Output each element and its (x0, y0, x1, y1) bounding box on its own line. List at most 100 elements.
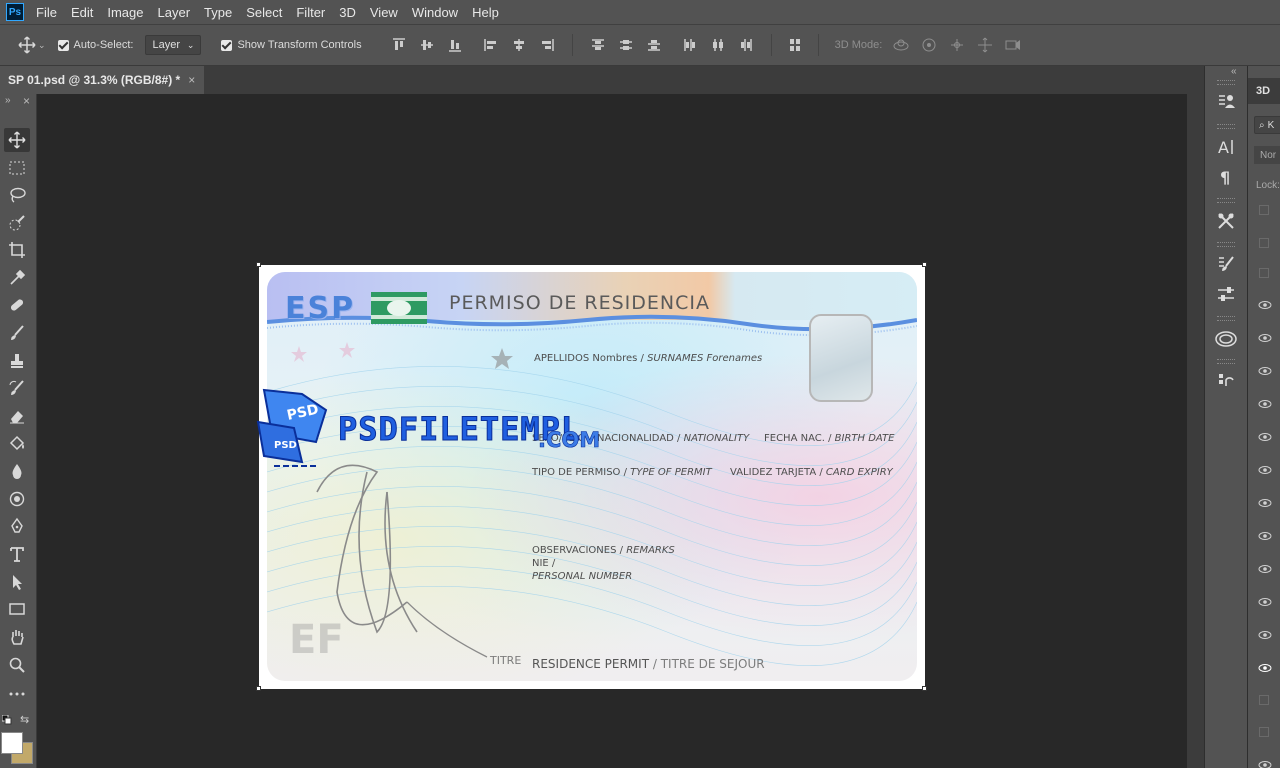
align-right-icon[interactable] (538, 36, 556, 54)
align-left-icon[interactable] (482, 36, 500, 54)
auto-select-target-dropdown[interactable]: Layer ⌄ (145, 35, 202, 55)
transform-handle-top-right[interactable] (922, 262, 927, 267)
foreground-color-swatch[interactable] (1, 732, 23, 754)
layer-filter-search[interactable]: ⌕ K (1254, 116, 1280, 134)
auto-select-checkbox[interactable]: Auto-Select: (57, 39, 133, 51)
align-top-icon[interactable] (390, 36, 408, 54)
eye-icon[interactable] (1258, 529, 1272, 543)
default-colors-icon[interactable] (1, 714, 12, 725)
pen-tool-icon[interactable] (4, 514, 30, 538)
distribute-left-icon[interactable] (681, 36, 699, 54)
paint-bucket-tool-icon[interactable] (4, 431, 30, 455)
menu-file[interactable]: File (36, 5, 57, 20)
blur-tool-icon[interactable] (4, 459, 30, 483)
blend-mode-dropdown[interactable]: Nor (1254, 146, 1280, 164)
menu-filter[interactable]: Filter (296, 5, 325, 20)
show-transform-controls-checkbox[interactable]: Show Transform Controls (221, 39, 362, 51)
eye-icon[interactable] (1258, 331, 1272, 345)
auto-align-layers-icon[interactable] (786, 36, 804, 54)
menu-edit[interactable]: Edit (71, 5, 93, 20)
transform-handle-bottom-left[interactable] (256, 686, 261, 691)
3d-pan-icon[interactable] (948, 36, 966, 54)
eye-icon[interactable] (1258, 595, 1272, 609)
distribute-top-icon[interactable] (589, 36, 607, 54)
layer-visibility-toggle[interactable] (1259, 268, 1269, 278)
zoom-tool-icon[interactable] (4, 653, 30, 677)
eyedropper-tool-icon[interactable] (4, 266, 30, 290)
document-canvas[interactable]: ESP PERMISO DE RESIDENCIA APELLIDOS Nomb… (256, 262, 927, 691)
align-bottom-icon[interactable] (446, 36, 464, 54)
close-tab-icon[interactable]: × (188, 73, 195, 87)
eye-icon[interactable] (1258, 661, 1272, 675)
3d-scale-icon[interactable] (1004, 36, 1022, 54)
tab-3d[interactable]: 3D (1248, 78, 1280, 104)
document-tab[interactable]: SP 01.psd @ 31.3% (RGB/8#) * × (0, 66, 204, 94)
3d-roll-icon[interactable] (920, 36, 938, 54)
eye-icon[interactable] (1258, 430, 1272, 444)
show-transform-check-icon[interactable] (221, 39, 233, 51)
eye-icon[interactable] (1258, 397, 1272, 411)
adjustments-icon[interactable] (1213, 281, 1239, 307)
menu-window[interactable]: Window (412, 5, 458, 20)
history-brush-tool-icon[interactable] (4, 376, 30, 400)
layer-visibility-toggle[interactable] (1259, 695, 1269, 705)
dodge-tool-icon[interactable] (4, 487, 30, 511)
paragraph-panel-icon[interactable]: ¶ (1213, 164, 1239, 190)
clone-stamp-tool-icon[interactable] (4, 349, 30, 373)
menu-3d[interactable]: 3D (339, 5, 356, 20)
menu-select[interactable]: Select (246, 5, 282, 20)
eye-icon[interactable] (1258, 628, 1272, 642)
transform-handle-top-left[interactable] (256, 262, 261, 267)
character-panel-icon[interactable]: A (1213, 134, 1239, 160)
collapse-panels-icon[interactable]: « (1231, 66, 1237, 77)
panel-grip[interactable] (1217, 80, 1235, 85)
menu-image[interactable]: Image (107, 5, 143, 20)
photoshop-logo-icon[interactable]: Ps (6, 3, 24, 21)
layer-visibility-toggle[interactable] (1259, 238, 1269, 248)
panel-grip[interactable] (1217, 316, 1235, 321)
move-tool-icon[interactable] (4, 128, 30, 152)
distribute-right-icon[interactable] (737, 36, 755, 54)
brush-settings-icon[interactable] (1213, 251, 1239, 277)
move-tool-preset-icon[interactable] (18, 36, 36, 54)
history-panel-icon[interactable] (1213, 368, 1239, 394)
type-tool-icon[interactable] (4, 542, 30, 566)
vertical-scrollbar[interactable] (1187, 94, 1204, 768)
chevron-down-icon[interactable]: ⌄ (38, 40, 46, 51)
crop-tool-icon[interactable] (4, 238, 30, 262)
creative-cloud-icon[interactable] (1213, 325, 1239, 351)
panel-grip[interactable] (1217, 198, 1235, 203)
auto-select-check-icon[interactable] (57, 39, 69, 51)
eye-icon[interactable] (1258, 496, 1272, 510)
eye-icon[interactable] (1258, 298, 1272, 312)
panel-grip[interactable] (1217, 242, 1235, 247)
transform-handle-bottom-right[interactable] (922, 686, 927, 691)
3d-slide-icon[interactable] (976, 36, 994, 54)
menu-layer[interactable]: Layer (158, 5, 191, 20)
menu-view[interactable]: View (370, 5, 398, 20)
panel-grip[interactable] (1217, 359, 1235, 364)
collapse-toolbar-icon[interactable]: » (5, 95, 11, 106)
eye-icon[interactable] (1258, 562, 1272, 576)
distribute-horizontal-center-icon[interactable] (709, 36, 727, 54)
swap-colors-icon[interactable]: ⇆ (20, 713, 32, 726)
libraries-icon[interactable] (1213, 88, 1239, 114)
hand-tool-icon[interactable] (4, 625, 30, 649)
distribute-center-icon[interactable] (617, 36, 635, 54)
close-toolbar-icon[interactable]: × (23, 94, 30, 108)
marquee-tool-icon[interactable] (4, 156, 30, 180)
align-vertical-center-icon[interactable] (418, 36, 436, 54)
align-horizontal-center-icon[interactable] (510, 36, 528, 54)
quick-selection-tool-icon[interactable] (4, 211, 30, 235)
more-tools-icon[interactable] (4, 682, 30, 706)
3d-orbit-icon[interactable] (892, 36, 910, 54)
distribute-bottom-icon[interactable] (645, 36, 663, 54)
rectangle-tool-icon[interactable] (4, 597, 30, 621)
eye-icon[interactable] (1258, 463, 1272, 477)
panel-grip[interactable] (1217, 124, 1235, 129)
path-selection-tool-icon[interactable] (4, 570, 30, 594)
layer-visibility-toggle[interactable] (1259, 205, 1269, 215)
menu-type[interactable]: Type (204, 5, 232, 20)
layer-visibility-toggle[interactable] (1259, 727, 1269, 737)
lasso-tool-icon[interactable] (4, 183, 30, 207)
